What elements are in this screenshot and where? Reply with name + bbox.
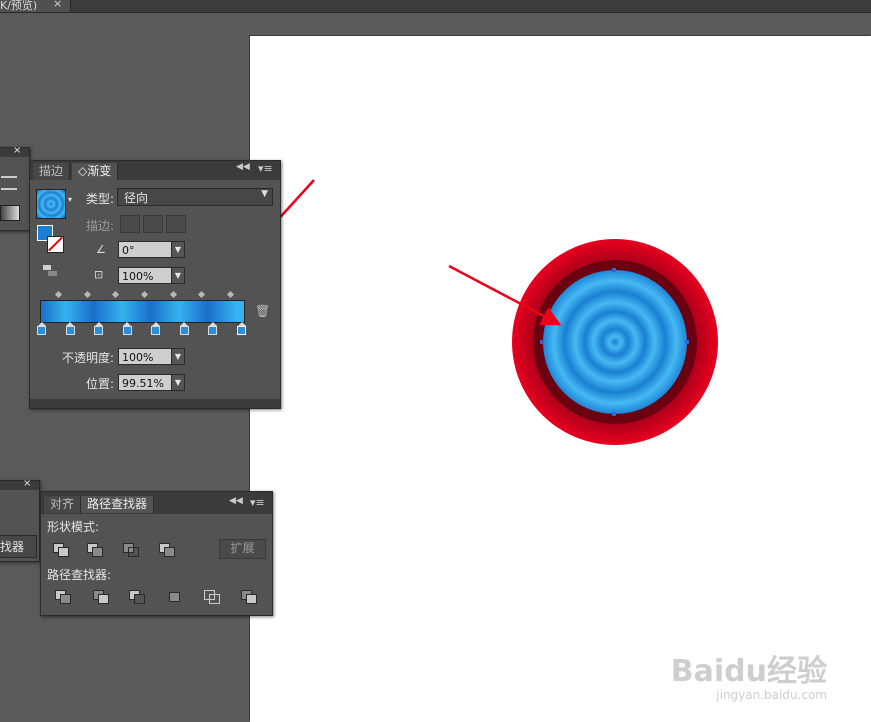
tab-align-label: 对齐 [50,497,75,511]
aspect-ratio-input[interactable]: 100% [118,267,172,284]
collapsed-tools-panel: × [0,145,30,231]
chevron-down-icon: ▼ [261,189,268,199]
tab-align[interactable]: 对齐 [44,496,82,513]
stroke-across-button[interactable] [166,215,186,233]
stroke-label: 描边: [86,219,115,233]
gradient-midpoint[interactable] [198,290,206,299]
reverse-gradient-icon[interactable] [43,265,59,277]
gradient-midpoint[interactable] [169,290,177,299]
angle-icon: ∠ [96,243,106,256]
watermark: Baidu经验 jingyan.baidu.com [670,654,827,703]
shape-modes-label: 形状模式: [47,520,100,534]
gradient-midpoint[interactable] [83,290,91,299]
gradient-midpoints [42,290,242,300]
chevron-down-icon[interactable]: ▼ [171,241,185,258]
gradient-stop[interactable] [122,322,132,335]
chevron-down-icon[interactable]: ▼ [171,267,185,284]
unite-button[interactable] [53,543,69,557]
gradient-stop[interactable] [151,322,161,335]
watermark-url: jingyan.baidu.com [716,688,827,702]
stroke-gradient-buttons [120,215,186,233]
gradient-stop[interactable] [94,322,104,335]
intersect-button[interactable] [123,543,139,557]
type-label: 类型: [86,192,115,206]
gradient-swatch-icon[interactable] [0,205,20,221]
tab-gradient-label: 渐变 [87,164,112,178]
gradient-stop[interactable] [208,322,218,335]
gradient-stop[interactable] [237,322,246,335]
pathfinders-label: 路径查找器: [47,568,112,582]
type-select-value: 径向 [124,191,149,205]
close-icon[interactable]: × [23,478,31,489]
gradient-slider[interactable] [40,300,245,323]
tab-pathfinder-label: 路径查找器 [87,497,148,511]
trash-icon[interactable]: 🗑 [255,304,270,318]
gradient-midpoint[interactable] [140,290,149,299]
gradient-midpoint[interactable] [226,290,234,299]
close-icon[interactable]: × [13,145,21,156]
stroke-along-button[interactable] [143,215,163,233]
position-label: 位置: [86,377,115,391]
minus-back-button[interactable] [241,590,257,604]
opacity-label: 不透明度: [62,351,115,365]
tab-stroke-label: 描边 [39,164,64,178]
gradient-midpoint[interactable] [112,290,120,299]
gradient-preview-swatch[interactable] [36,189,66,219]
minus-front-button[interactable] [87,543,103,557]
gradient-stop[interactable] [37,322,46,335]
chevron-down-icon[interactable]: ▾ [68,195,72,204]
collapsed-pathfinder-panel: × 找器 [0,478,40,562]
menu-icon[interactable] [1,176,17,190]
outline-button[interactable] [204,590,220,604]
gradient-stop[interactable] [179,322,189,335]
gradient-stop[interactable] [65,322,75,335]
expand-button[interactable]: 扩展 [219,539,266,559]
gradient-panel: 描边 ◇渐变 ◀◀ ▾≡ ▾ 类型: 径向 ▼ 描边: ∠ 0° ▼ ⊡ 100… [29,160,281,409]
panel-tab-bar: 对齐 路径查找器 ◀◀ ▾≡ [41,492,272,514]
stroke-within-button[interactable] [120,215,140,233]
exclude-button[interactable] [159,543,175,557]
collapse-icon[interactable]: ◀◀ [229,496,243,506]
chevron-down-icon[interactable]: ▼ [171,374,185,391]
opacity-input[interactable]: 100% [118,348,172,365]
chevron-down-icon[interactable]: ▼ [171,348,185,365]
panel-menu-icon[interactable]: ▾≡ [258,162,273,175]
stroke-none-swatch[interactable] [47,236,64,253]
panel-grip[interactable] [0,481,39,490]
panel-resize-grip[interactable] [30,399,280,408]
crop-button[interactable] [167,590,183,604]
trim-button[interactable] [93,590,109,604]
type-select[interactable]: 径向 ▼ [117,188,273,206]
tab-stroke[interactable]: 描边 [33,163,71,180]
tab-gradient[interactable]: ◇渐变 [72,163,119,180]
tab-pathfinder[interactable]: 路径查找器 [81,496,155,513]
gradient-stops [37,322,247,336]
watermark-brand: Baidu经验 [670,654,827,689]
angle-input[interactable]: 0° [118,241,172,258]
position-input[interactable]: 99.51% [118,374,172,391]
pathfinder-collapsed-button[interactable]: 找器 [0,535,37,558]
panel-tab-bar: 描边 ◇渐变 ◀◀ ▾≡ [30,161,280,180]
aspect-ratio-icon: ⊡ [94,268,104,281]
collapse-icon[interactable]: ◀◀ [236,162,250,172]
divide-button[interactable] [55,590,71,604]
gradient-midpoint[interactable] [55,290,63,299]
panel-menu-icon[interactable]: ▾≡ [250,496,265,509]
pathfinder-panel: 对齐 路径查找器 ◀◀ ▾≡ 形状模式: 扩展 路径查找器: [40,491,273,616]
merge-button[interactable] [129,590,145,604]
arrow-to-artwork [448,264,562,326]
pathfinder-collapsed-label: 找器 [0,540,25,554]
